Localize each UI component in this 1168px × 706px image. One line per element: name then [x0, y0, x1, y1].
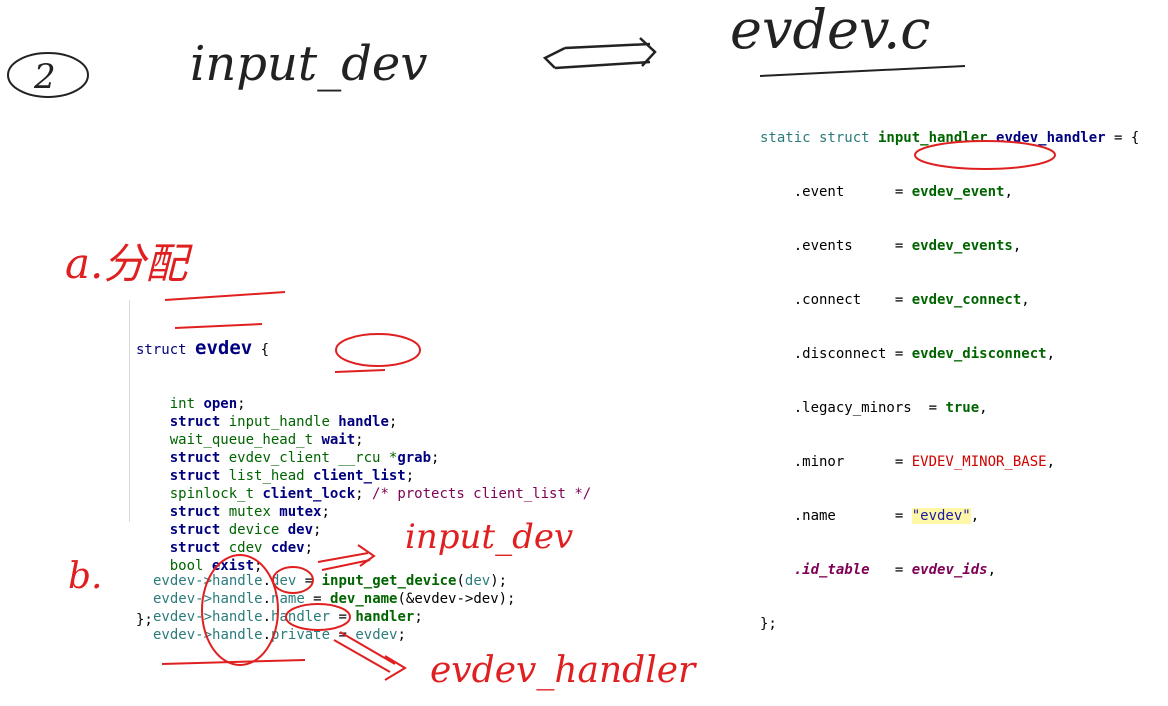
handwriting-layer: 2 input_dev evdev.c a.分配 b. input_dev ev… — [7, 0, 1056, 691]
circle-mark — [914, 140, 1056, 170]
underline-mark — [334, 369, 386, 373]
underline-mark — [759, 65, 966, 77]
underline-mark — [164, 291, 286, 301]
arrow-icon — [317, 544, 376, 571]
note-input-dev: input_dev — [405, 517, 573, 557]
underline-mark — [174, 323, 263, 329]
double-arrow-icon — [542, 37, 657, 70]
circle-mark — [272, 566, 314, 594]
circle-mark — [285, 603, 351, 631]
circle-mark — [335, 333, 421, 367]
label-a: a.分配 — [65, 239, 193, 288]
step-number: 2 — [33, 57, 56, 97]
note-evdev-handler: evdev_handler — [430, 650, 697, 691]
title-input-dev: input_dev — [190, 36, 427, 92]
arrow-icon — [333, 631, 407, 681]
title-evdev-c: evdev.c — [730, 0, 931, 61]
circle-mark — [201, 554, 279, 666]
label-b: b. — [68, 556, 103, 597]
